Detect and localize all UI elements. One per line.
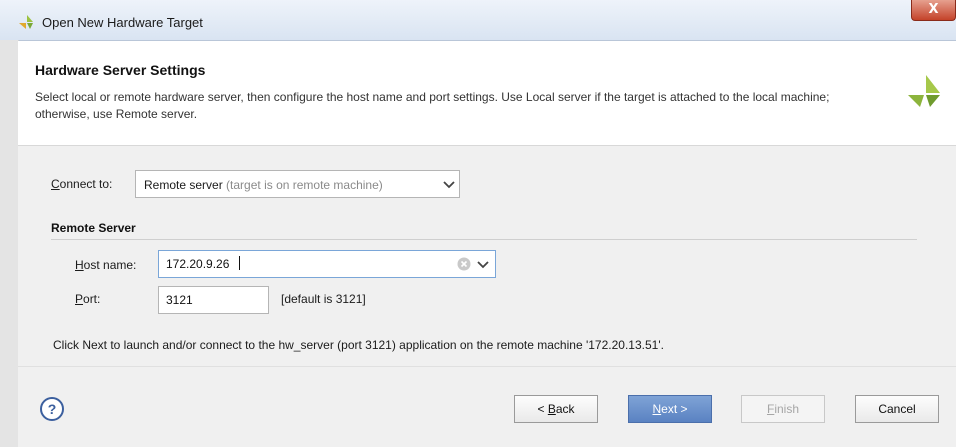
footer-divider bbox=[18, 366, 956, 367]
host-name-combobox[interactable]: 172.20.9.26 bbox=[158, 250, 496, 278]
header-panel: Hardware Server Settings Select local or… bbox=[18, 41, 956, 146]
settings-panel: Connect to: Remote server (target is on … bbox=[18, 146, 956, 447]
port-label: Port: bbox=[75, 292, 101, 306]
chevron-down-icon bbox=[443, 181, 455, 189]
connect-to-value: Remote server (target is on remote machi… bbox=[144, 178, 383, 192]
cancel-button[interactable]: Cancel bbox=[855, 395, 939, 423]
close-button[interactable]: X bbox=[911, 0, 956, 21]
text-caret bbox=[239, 256, 240, 270]
port-input[interactable]: 3121 bbox=[158, 286, 269, 314]
port-value: 3121 bbox=[166, 293, 193, 307]
back-button[interactable]: < Back bbox=[514, 395, 598, 423]
title-bar: Open New Hardware Target X bbox=[0, 0, 956, 41]
section-divider bbox=[51, 239, 917, 240]
remote-server-heading: Remote Server bbox=[51, 221, 136, 235]
port-default-note: [default is 3121] bbox=[281, 292, 366, 306]
finish-button[interactable]: Finish bbox=[741, 395, 825, 423]
connect-to-select[interactable]: Remote server (target is on remote machi… bbox=[135, 170, 460, 198]
chevron-down-icon[interactable] bbox=[477, 260, 489, 270]
connect-to-label: Connect to: bbox=[51, 177, 113, 191]
page-description: Select local or remote hardware server, … bbox=[35, 90, 830, 121]
left-border bbox=[0, 40, 19, 447]
info-message: Click Next to launch and/or connect to t… bbox=[53, 338, 664, 352]
clear-icon[interactable] bbox=[457, 257, 471, 271]
page-title: Hardware Server Settings bbox=[35, 62, 206, 78]
help-button[interactable]: ? bbox=[40, 397, 64, 421]
brand-logo-icon bbox=[908, 75, 940, 107]
window-title: Open New Hardware Target bbox=[42, 15, 203, 30]
host-name-label: Host name: bbox=[75, 258, 137, 272]
next-button[interactable]: Next > bbox=[628, 395, 712, 423]
app-logo-icon bbox=[19, 15, 33, 29]
host-name-value: 172.20.9.26 bbox=[166, 257, 230, 271]
